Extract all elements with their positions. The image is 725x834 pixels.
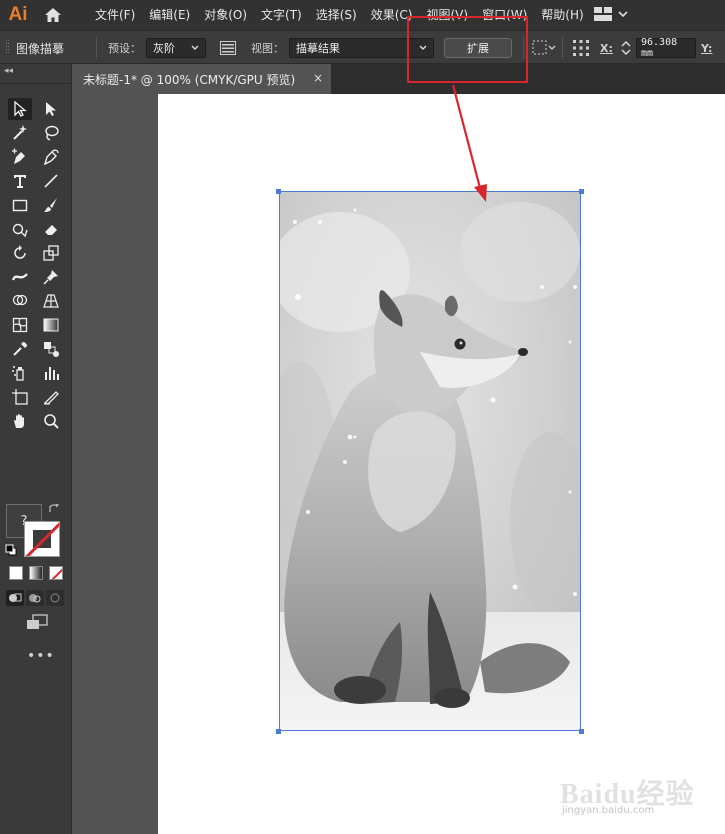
menu-edit[interactable]: 编辑(E) xyxy=(142,0,197,30)
divider xyxy=(562,37,563,59)
draw-normal-icon xyxy=(9,593,22,602)
chevron-down-icon xyxy=(191,45,199,50)
image-trace-label: 图像描摹 xyxy=(16,41,65,56)
bounding-box-handle[interactable] xyxy=(579,189,584,194)
reference-point-icon[interactable] xyxy=(572,31,590,65)
eyedropper-tool-icon[interactable] xyxy=(8,338,32,360)
draw-inside-button[interactable] xyxy=(46,590,64,606)
tools-panel: ◂◂ ••• xyxy=(0,64,72,834)
magic-wand-tool-icon[interactable] xyxy=(8,122,32,144)
artboard-tool-icon[interactable] xyxy=(8,386,32,408)
fox-trace-artwork xyxy=(280,192,580,730)
y-label: Y: xyxy=(701,41,713,55)
preset-label: 预设： xyxy=(108,42,141,55)
curvature-tool-icon[interactable] xyxy=(39,146,63,168)
app-logo: Ai xyxy=(8,4,28,25)
draw-behind-icon xyxy=(29,594,41,603)
selection-tool-icon[interactable] xyxy=(8,98,32,120)
gradient-mode-button[interactable] xyxy=(29,566,43,580)
watermark-url: jingyan.baidu.com xyxy=(562,805,655,816)
shape-builder-tool-icon[interactable] xyxy=(8,290,32,312)
color-mode-button[interactable] xyxy=(9,566,23,580)
rotate-tool-icon[interactable] xyxy=(8,242,32,264)
menu-help[interactable]: 帮助(H) xyxy=(534,0,590,30)
scale-tool-icon[interactable] xyxy=(39,242,63,264)
menu-bar: Ai 文件(F) 编辑(E) 对象(O) 文字(T) 选择(S) 效果(C) 视… xyxy=(0,0,725,30)
screen-mode-icon[interactable] xyxy=(26,614,48,630)
line-segment-tool-icon[interactable] xyxy=(39,170,63,192)
x-stepper-icon[interactable] xyxy=(620,31,632,65)
gradient-tool-icon[interactable] xyxy=(39,314,63,336)
chevron-down-icon xyxy=(618,11,628,17)
lasso-tool-icon[interactable] xyxy=(39,122,63,144)
menu-type[interactable]: 文字(T) xyxy=(254,0,309,30)
x-label: X: xyxy=(600,41,613,55)
width-tool-icon[interactable] xyxy=(8,266,32,288)
stroke-swatch[interactable] xyxy=(24,521,60,557)
direct-selection-tool-icon[interactable] xyxy=(39,98,63,120)
image-trace-panel-icon[interactable] xyxy=(220,31,236,65)
none-slash-icon xyxy=(51,568,62,579)
draw-behind-button[interactable] xyxy=(26,590,44,606)
preset-value: 灰阶 xyxy=(153,42,175,55)
zoom-tool-icon[interactable] xyxy=(39,410,63,432)
align-options-icon[interactable] xyxy=(532,31,556,65)
collapse-panel-icon[interactable]: ◂◂ xyxy=(4,66,13,76)
preset-select[interactable]: 灰阶 xyxy=(146,38,206,58)
bounding-box-handle[interactable] xyxy=(276,729,281,734)
document-tab-title: 未标题-1* @ 100% (CMYK/GPU 预览) xyxy=(83,72,296,87)
column-graph-tool-icon[interactable] xyxy=(39,362,63,384)
menu-file[interactable]: 文件(F) xyxy=(88,0,142,30)
workspace-switcher[interactable] xyxy=(594,7,628,21)
close-tab-icon[interactable]: × xyxy=(313,71,323,85)
rectangle-tool-icon[interactable] xyxy=(8,194,32,216)
eraser-tool-icon[interactable] xyxy=(39,218,63,240)
menu-select[interactable]: 选择(S) xyxy=(309,0,364,30)
type-tool-icon[interactable] xyxy=(8,170,32,192)
document-tab[interactable]: 未标题-1* @ 100% (CMYK/GPU 预览) xyxy=(73,64,331,94)
x-input[interactable]: 96.308 mm xyxy=(636,37,696,59)
workspace-grid-icon xyxy=(594,7,612,21)
annotation-highlight-box xyxy=(407,16,528,83)
traced-image[interactable] xyxy=(279,191,581,731)
panel-grip-icon xyxy=(6,31,10,65)
slice-tool-icon[interactable] xyxy=(39,386,63,408)
view-label: 视图： xyxy=(251,42,284,55)
hand-tool-icon[interactable] xyxy=(8,410,32,432)
home-icon[interactable] xyxy=(38,0,68,30)
blend-tool-icon[interactable] xyxy=(39,338,63,360)
bounding-box-handle[interactable] xyxy=(579,729,584,734)
pen-tool-icon[interactable] xyxy=(8,146,32,168)
draw-inside-icon xyxy=(50,593,60,603)
perspective-grid-tool-icon[interactable] xyxy=(39,290,63,312)
mesh-tool-icon[interactable] xyxy=(8,314,32,336)
bounding-box-handle[interactable] xyxy=(276,189,281,194)
shaper-tool-icon[interactable] xyxy=(8,218,32,240)
default-colors-icon[interactable] xyxy=(5,544,17,556)
panel-grip[interactable] xyxy=(0,78,72,84)
divider xyxy=(96,37,97,59)
view-value: 描摹结果 xyxy=(296,42,340,55)
document-tab-bar: 未标题-1* @ 100% (CMYK/GPU 预览) × xyxy=(73,64,725,94)
menu-object[interactable]: 对象(O) xyxy=(197,0,254,30)
symbol-sprayer-tool-icon[interactable] xyxy=(8,362,32,384)
none-mode-button[interactable] xyxy=(49,566,63,580)
edit-toolbar-icon[interactable]: ••• xyxy=(27,648,55,664)
paintbrush-tool-icon[interactable] xyxy=(39,194,63,216)
control-bar: 图像描摹 预设： 灰阶 视图： 描摹结果 扩展 X: 96.308 mm Y: xyxy=(0,30,725,64)
draw-normal-button[interactable] xyxy=(6,590,24,606)
swap-fill-stroke-icon[interactable] xyxy=(48,504,60,516)
baidu-watermark: Baidu经验 jingyan.baidu.com xyxy=(556,772,716,822)
puppet-warp-tool-icon[interactable] xyxy=(39,266,63,288)
